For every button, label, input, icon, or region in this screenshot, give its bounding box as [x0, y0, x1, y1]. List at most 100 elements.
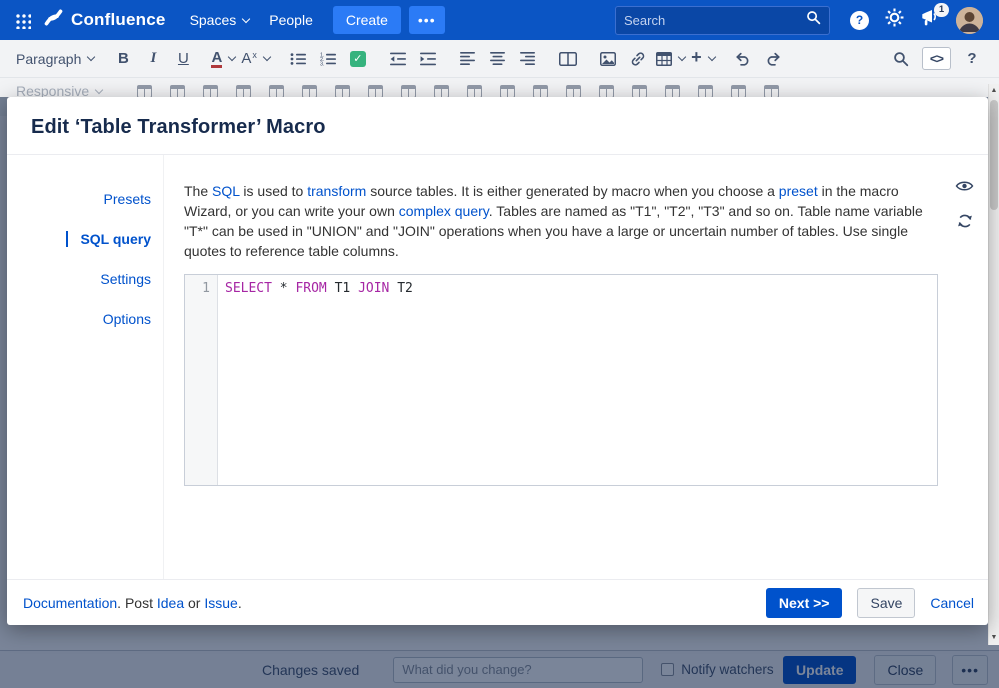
numbered-list-button[interactable]: 1.2.3.: [316, 46, 340, 72]
footer-text: .: [238, 595, 242, 611]
footer-text: Post: [125, 595, 157, 611]
gear-icon: [885, 8, 904, 32]
insert-files-button[interactable]: [596, 46, 620, 72]
sidebar-item-settings[interactable]: Settings: [100, 271, 151, 287]
line-number-gutter: 1: [185, 275, 218, 485]
italic-button[interactable]: I: [141, 46, 165, 72]
more-formatting-dropdown[interactable]: Ax: [241, 46, 270, 72]
undo-button[interactable]: [731, 46, 755, 72]
apps-grid-icon[interactable]: [14, 12, 31, 29]
dialog-sidebar: Presets SQL query Settings Options: [7, 155, 164, 579]
macro-description: The SQL is used to transform source tabl…: [184, 181, 938, 261]
footer-text: or: [184, 595, 204, 611]
text-color-icon: A: [211, 50, 222, 68]
dialog-content: The SQL is used to transform source tabl…: [164, 155, 988, 579]
confluence-logo-icon: [43, 7, 71, 33]
sidebar-item-sql-query[interactable]: SQL query: [66, 231, 151, 247]
preview-eye-button[interactable]: [955, 179, 974, 198]
idea-link[interactable]: Idea: [157, 595, 184, 611]
preset-link[interactable]: preset: [779, 183, 818, 199]
editor-toolbar: Paragraph B I U A Ax 1.2.3.: [0, 40, 999, 78]
insert-table-dropdown[interactable]: [656, 46, 685, 72]
scroll-thumb[interactable]: [990, 100, 998, 210]
text-color-dropdown[interactable]: A: [211, 46, 235, 72]
user-avatar[interactable]: [956, 7, 983, 34]
help-icon: ?: [850, 11, 869, 30]
dialog-footer: Documentation. Post Idea or Issue. Next …: [7, 579, 988, 625]
navbar-search[interactable]: [615, 6, 830, 35]
save-button[interactable]: Save: [857, 588, 915, 618]
editor-search-button[interactable]: [889, 46, 913, 72]
sql-code-line[interactable]: SELECT * FROM T1 JOIN T2: [218, 275, 937, 485]
search-input[interactable]: [624, 13, 806, 28]
scroll-down-arrow[interactable]: ▼: [989, 631, 999, 645]
transform-link[interactable]: transform: [307, 183, 366, 199]
underline-button[interactable]: U: [171, 46, 195, 72]
search-icon[interactable]: [806, 10, 821, 30]
align-left-button[interactable]: [456, 46, 480, 72]
bold-button[interactable]: B: [111, 46, 135, 72]
source-editor-toggle[interactable]: <>: [922, 46, 951, 72]
dialog-title: Edit ‘Table Transformer’ Macro: [31, 116, 964, 139]
create-button[interactable]: Create: [333, 6, 401, 34]
documentation-link[interactable]: Documentation: [23, 595, 117, 611]
plus-icon: +: [691, 47, 702, 68]
nav-spaces-label: Spaces: [190, 12, 237, 28]
sql-editor[interactable]: 1 SELECT * FROM T1 JOIN T2: [184, 274, 938, 486]
scroll-up-arrow[interactable]: ▲: [989, 84, 999, 98]
issue-link[interactable]: Issue: [204, 595, 237, 611]
notifications-button[interactable]: 1: [920, 9, 940, 32]
align-right-button[interactable]: [516, 46, 540, 72]
insert-more-dropdown[interactable]: +: [691, 46, 715, 72]
sidebar-item-options[interactable]: Options: [103, 311, 151, 327]
sql-keyword: JOIN: [358, 281, 389, 296]
chevron-down-icon: [95, 85, 103, 93]
outdent-button[interactable]: [386, 46, 410, 72]
nav-more-button[interactable]: •••: [409, 6, 445, 34]
align-center-button[interactable]: [486, 46, 510, 72]
source-editor-icon: <>: [922, 47, 951, 70]
confluence-page: Confluence Spaces People Create ••• ?: [0, 0, 999, 688]
bullet-list-button[interactable]: [286, 46, 310, 72]
complex-query-link[interactable]: complex query: [399, 203, 489, 219]
page-scrollbar[interactable]: ▲ ▼: [988, 84, 999, 645]
cancel-button[interactable]: Cancel: [930, 595, 974, 611]
sql-keyword: SELECT: [225, 281, 272, 296]
description-text: The: [184, 183, 212, 199]
redo-button[interactable]: [761, 46, 785, 72]
sql-text: T1: [327, 281, 358, 296]
footer-text: .: [117, 595, 125, 611]
sidebar-item-presets[interactable]: Presets: [104, 191, 151, 207]
description-text: source tables. It is either generated by…: [366, 183, 778, 199]
settings-button[interactable]: [885, 8, 904, 32]
insert-link-button[interactable]: [626, 46, 650, 72]
chevron-down-icon: [678, 53, 686, 61]
nav-spaces-dropdown[interactable]: Spaces: [190, 12, 250, 28]
indent-button[interactable]: [416, 46, 440, 72]
paragraph-style-dropdown[interactable]: Paragraph: [12, 51, 98, 67]
line-number: 1: [202, 281, 210, 296]
top-navbar: Confluence Spaces People Create ••• ?: [0, 0, 999, 40]
nav-people[interactable]: People: [269, 12, 313, 28]
svg-text:3.: 3.: [320, 61, 325, 66]
dialog-header: Edit ‘Table Transformer’ Macro: [7, 97, 988, 155]
help-button[interactable]: ?: [850, 11, 869, 30]
chevron-down-icon: [263, 53, 271, 61]
chevron-down-icon: [228, 53, 236, 61]
next-button[interactable]: Next >>: [766, 588, 843, 618]
table-toolbar-icons: [128, 83, 788, 98]
notification-badge: 1: [934, 3, 949, 17]
paragraph-style-label: Paragraph: [16, 51, 81, 67]
editor-help-button[interactable]: ?: [960, 46, 984, 72]
formatting-icon: A: [241, 50, 251, 67]
page-layout-button[interactable]: [556, 46, 580, 72]
footer-links: Documentation. Post Idea or Issue.: [23, 595, 242, 611]
description-text: is used to: [240, 183, 308, 199]
chevron-down-icon: [707, 53, 715, 61]
chevron-down-icon: [87, 53, 95, 61]
task-list-button[interactable]: ✓: [346, 46, 370, 72]
nav-people-label: People: [269, 12, 313, 28]
confluence-home-link[interactable]: Confluence: [43, 7, 166, 33]
sql-link[interactable]: SQL: [212, 183, 240, 199]
refresh-button[interactable]: [957, 213, 973, 234]
